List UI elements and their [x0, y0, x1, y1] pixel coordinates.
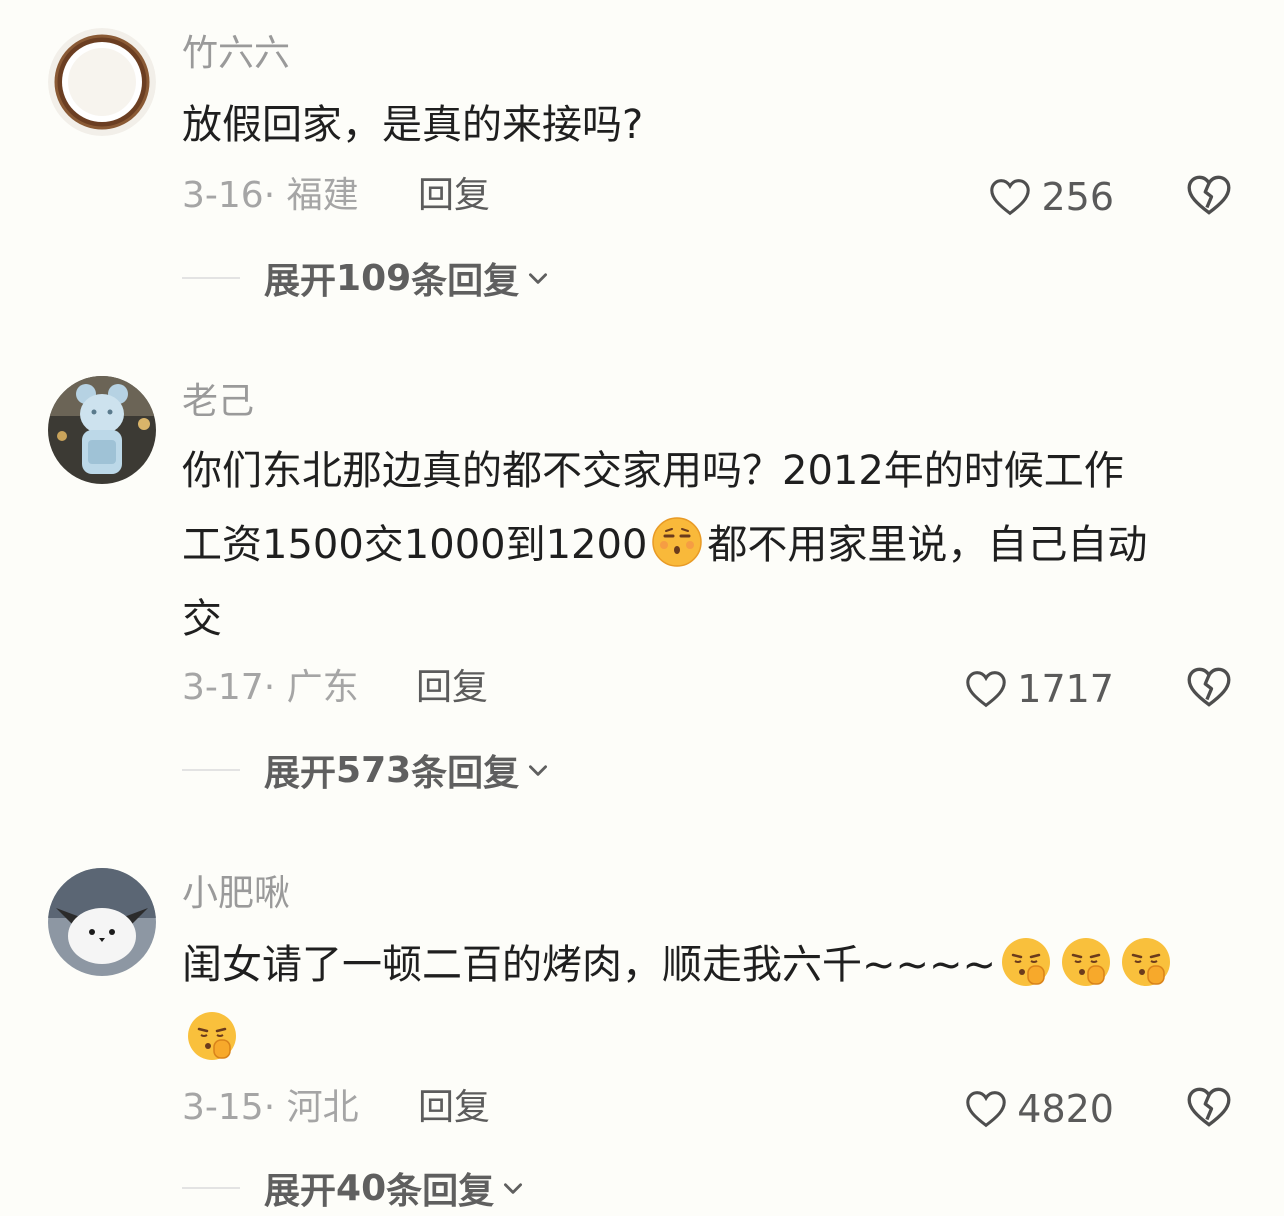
- broken-heart-icon[interactable]: [1184, 170, 1234, 220]
- expand-replies-button[interactable]: 展开 573 条回复: [182, 748, 551, 794]
- comment-line: 你们东北那边真的都不交家用吗？2012年的时候工作: [182, 448, 1124, 494]
- heart-outline-icon: [966, 1091, 1007, 1128]
- reply-button[interactable]: 回复: [416, 666, 488, 710]
- chevron-down-icon: [504, 1183, 523, 1194]
- expand-prefix: 展开: [264, 753, 337, 794]
- like-button[interactable]: 4820: [963, 1084, 1114, 1134]
- shush-emoji-icon: [1122, 938, 1171, 986]
- shush-emoji-icon: [1062, 938, 1111, 986]
- expand-replies-button[interactable]: 展开 109 条回复: [182, 256, 551, 302]
- comment-text: 你们东北那边真的都不交家用吗？2012年的时候工作 工资1500交1000到12…: [182, 434, 1242, 656]
- comment-date-location: 3-16· 福建: [182, 175, 359, 216]
- coconut-avatar-icon: [48, 28, 156, 136]
- comment-line: [182, 1002, 1242, 1076]
- expand-prefix: 展开: [264, 261, 337, 302]
- divider: [182, 1187, 240, 1189]
- comment-username[interactable]: 小肥啾: [182, 872, 290, 916]
- chevron-down-icon: [529, 273, 548, 284]
- comment-line: 放假回家，是真的来接吗?: [182, 102, 644, 148]
- broken-heart-icon[interactable]: [1184, 1082, 1234, 1132]
- white-bird-avatar-icon: [48, 868, 156, 976]
- shush-emoji-icon: [188, 1012, 236, 1060]
- expand-suffix: 条回复: [386, 1171, 495, 1212]
- comment-text: 闺女请了一顿二百的烤肉，顺走我六千~~~~: [182, 928, 1242, 1076]
- avatar[interactable]: [48, 28, 156, 136]
- expand-suffix: 条回复: [411, 753, 520, 794]
- expand-replies-button[interactable]: 展开 40 条回复: [182, 1166, 526, 1212]
- comment-username[interactable]: 竹六六: [182, 32, 290, 76]
- reply-button[interactable]: 回复: [418, 174, 490, 218]
- expand-count: 573: [336, 749, 412, 791]
- chevron-down-icon: [529, 765, 548, 776]
- comment-date-location: 3-15· 河北: [182, 1087, 359, 1128]
- heart-outline-icon: [966, 671, 1007, 708]
- comment-line: 交: [182, 596, 222, 642]
- broken-heart-icon[interactable]: [1184, 662, 1234, 712]
- comment-line: 工资1500交1000到1200 都不用家里说，自己自动: [182, 508, 1242, 582]
- comment-line: 闺女请了一顿二百的烤肉，顺走我六千~~~~: [182, 928, 1242, 1002]
- expand-prefix: 展开: [264, 1171, 337, 1212]
- like-count: 1717: [1017, 667, 1114, 711]
- like-button[interactable]: 1717: [963, 664, 1114, 714]
- comment-date-location: 3-17· 广东: [182, 667, 359, 708]
- comment-line-part: 工资1500交1000到1200: [182, 522, 648, 568]
- avatar[interactable]: [48, 868, 156, 976]
- divider: [182, 277, 240, 279]
- comment-username[interactable]: 老己: [182, 380, 254, 424]
- comment-text: 放假回家，是真的来接吗?: [182, 88, 1242, 162]
- heart-outline-icon: [990, 179, 1031, 216]
- shush-emoji-icon: [1002, 938, 1051, 986]
- comment-line-part: 都不用家里说，自己自动: [707, 522, 1148, 568]
- expand-count: 40: [336, 1167, 387, 1209]
- like-count: 256: [1041, 175, 1114, 219]
- comment-line-part: 闺女请了一顿二百的烤肉，顺走我六千~~~~: [182, 942, 997, 988]
- reply-button[interactable]: 回复: [418, 1086, 490, 1130]
- smirk-emoji-icon: [652, 517, 703, 567]
- avatar[interactable]: [48, 376, 156, 484]
- like-button[interactable]: 256: [987, 172, 1114, 222]
- expand-count: 109: [336, 257, 412, 299]
- divider: [182, 769, 240, 771]
- ice-bear-avatar-icon: [48, 376, 156, 484]
- expand-suffix: 条回复: [411, 261, 520, 302]
- like-count: 4820: [1017, 1087, 1114, 1131]
